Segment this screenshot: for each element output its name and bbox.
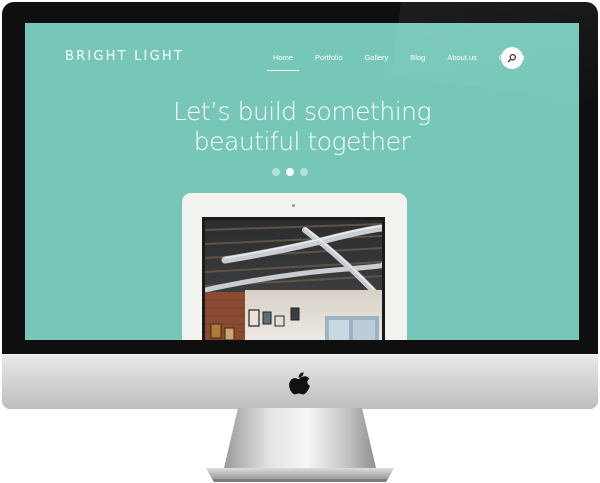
interior-photo [205,220,382,340]
nav-item-home[interactable]: Home [267,53,300,71]
search-icon [507,53,517,63]
slider-dot-2[interactable] [286,168,294,176]
nav-item-blog[interactable]: Blog [404,53,431,62]
headline-line-2: beautiful together [193,127,411,156]
tablet-screen [202,217,385,340]
hero-headline: Let’s build something beautiful together [25,97,579,157]
nav-item-portfolio[interactable]: Portfolio [309,53,349,62]
website-screen: BRIGHT LIGHT Home Portfolio Gallery Blog… [25,23,579,340]
imac-mockup: BRIGHT LIGHT Home Portfolio Gallery Blog… [0,0,600,483]
nav-item-about-us[interactable]: About us [441,53,483,62]
slider-dot-3[interactable] [300,168,308,176]
main-nav: Home Portfolio Gallery Blog About us Con… [267,53,541,71]
slider-dot-1[interactable] [272,168,280,176]
slider-dots [272,168,308,176]
tablet-mockup [182,193,407,340]
monitor-stand [206,408,394,482]
apple-logo-icon [289,372,310,395]
headline-line-1: Let’s build something [172,97,432,126]
tablet-camera [292,204,295,207]
monitor-bezel: BRIGHT LIGHT Home Portfolio Gallery Blog… [2,2,598,354]
site-logo[interactable]: BRIGHT LIGHT [65,49,184,64]
nav-item-gallery[interactable]: Gallery [359,53,395,62]
search-button[interactable] [501,47,523,69]
